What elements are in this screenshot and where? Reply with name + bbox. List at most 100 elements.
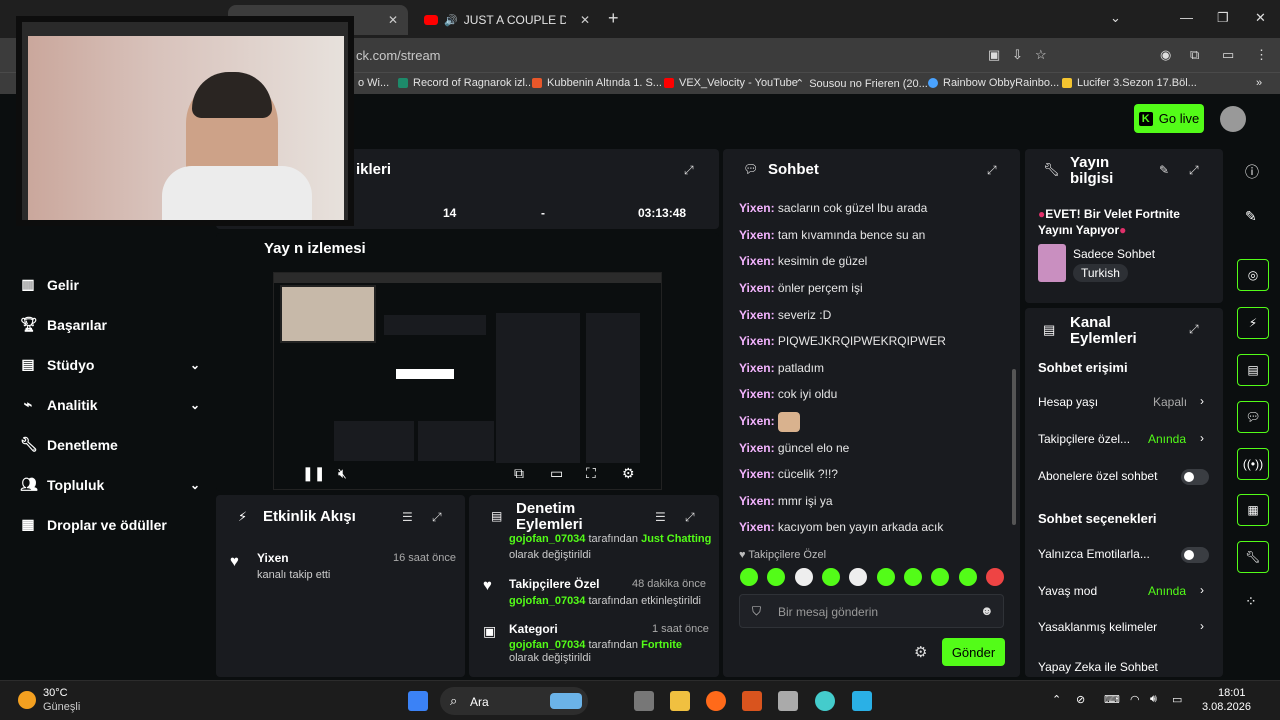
fullscreen-icon[interactable]: ⛶ [586, 465, 596, 482]
profile-icon[interactable]: ◉ [1160, 47, 1171, 63]
weather-temp[interactable]: 30°C [43, 687, 68, 699]
edit-icon[interactable]: ✎ [1159, 163, 1169, 177]
emoji-icon[interactable]: ☻ [980, 603, 994, 618]
chat-scrollbar[interactable] [1012, 369, 1016, 525]
menu-icon[interactable]: ⋮ [1255, 47, 1268, 63]
tab-list-icon[interactable]: ⌄ [1110, 10, 1121, 26]
bookmark-item[interactable]: Record of Ragnarok izl... [398, 77, 534, 89]
chat-username[interactable]: Yixen: [739, 467, 775, 481]
screenshot-icon[interactable]: ▣ [988, 47, 1000, 63]
avatar[interactable] [1220, 106, 1246, 132]
app-icon[interactable] [742, 691, 762, 711]
chevron-right-icon[interactable]: › [1200, 431, 1204, 445]
emote-icon[interactable] [849, 568, 868, 586]
emote-icon[interactable] [767, 568, 786, 586]
task-view-icon[interactable] [634, 691, 654, 711]
chat-username[interactable]: Yixen: [739, 254, 775, 268]
close-window-icon[interactable]: ✕ [1255, 10, 1266, 26]
volume-icon[interactable]: 🔊︎ [1150, 693, 1157, 706]
setting-account-age[interactable]: Hesap yaşı [1038, 395, 1098, 409]
sidebar-item-gelir[interactable]: ▥ Gelir [20, 276, 200, 293]
stream-preview[interactable]: ❚❚ 🔇︎ ⧉ ▭ ⛶ ⚙ [273, 272, 662, 490]
chat-username[interactable]: Yixen: [739, 281, 775, 295]
sidebar-icon[interactable]: ▭ [1222, 47, 1234, 63]
firefox-icon[interactable] [706, 691, 726, 711]
camera-button[interactable]: ◎ [1237, 259, 1269, 291]
sidebar-item-topluluk[interactable]: 👥︎ Topluluk ⌄ [20, 476, 200, 493]
settings-icon[interactable]: ⚙ [622, 465, 635, 482]
chat-username[interactable]: Yixen: [739, 201, 775, 215]
app-icon[interactable] [852, 691, 872, 711]
extensions-icon[interactable]: ⧉ [1190, 47, 1199, 63]
apps-icon[interactable]: ⁘ [1245, 593, 1257, 610]
setting-banned-words[interactable]: Yasaklanmış kelimeler [1038, 620, 1157, 634]
subscribers-only-toggle[interactable] [1181, 469, 1209, 485]
pip-icon[interactable]: ⧉ [514, 465, 524, 482]
setting-ai-chat[interactable]: Yapay Zeka ile Sohbet [1038, 660, 1158, 676]
theater-icon[interactable]: ▭ [550, 465, 563, 482]
expand-icon[interactable]: ⤢ [432, 510, 442, 525]
bookmark-item[interactable]: Kubbenin Altında 1. S... [532, 77, 662, 89]
send-button[interactable]: Gönder [942, 638, 1005, 666]
bookmark-item[interactable]: Rainbow ObbyRainbo... [928, 77, 1059, 89]
wifi-icon[interactable]: ◠ [1130, 693, 1140, 706]
expand-icon[interactable]: ⤢ [1189, 322, 1199, 337]
close-tab-icon[interactable]: ✕ [388, 13, 398, 27]
emote-icon[interactable] [903, 568, 922, 586]
chat-username[interactable]: Yixen: [739, 361, 775, 375]
bookmark-item[interactable]: Lucifer 3.Sezon 17.Böl... [1062, 77, 1197, 89]
expand-icon[interactable]: ⤢ [987, 163, 997, 178]
chevron-up-icon[interactable]: ⌃ [1052, 693, 1061, 706]
minimize-icon[interactable]: — [1180, 10, 1193, 25]
emote-only-toggle[interactable] [1181, 547, 1209, 563]
bookmark-star-icon[interactable]: ☆ [1035, 47, 1047, 63]
edit-icon[interactable]: ✎ [1245, 208, 1257, 225]
chat-username[interactable]: Yixen: [739, 414, 775, 428]
more-bookmarks-icon[interactable]: » [1256, 77, 1262, 89]
info-icon[interactable]: ⓘ [1245, 162, 1259, 182]
bookmark-item[interactable]: o Wi... [358, 77, 389, 89]
chevron-right-icon[interactable]: › [1200, 583, 1204, 597]
broadcast-button[interactable]: ((•)) [1237, 448, 1269, 480]
chat-button[interactable]: 💬︎ [1237, 401, 1269, 433]
chat-username[interactable]: Yixen: [739, 308, 775, 322]
expand-icon[interactable]: ⤢ [1189, 163, 1199, 178]
chat-username[interactable]: Yixen: [739, 228, 775, 242]
mute-icon[interactable]: 🔇︎ [338, 465, 347, 482]
emote-icon[interactable] [931, 568, 950, 586]
keyboard-icon[interactable]: ⌨ [1104, 693, 1120, 706]
calculator-icon[interactable] [778, 691, 798, 711]
chat-input[interactable]: ⛉ Bir mesaj gönderin ☻ [739, 594, 1004, 628]
bolt-button[interactable]: ⚡︎ [1237, 307, 1269, 339]
category-name[interactable]: Sadece Sohbet [1073, 247, 1155, 261]
install-icon[interactable]: ⇩ [1012, 47, 1023, 63]
sidebar-item-basarilar[interactable]: 🏆︎ Başarılar [20, 316, 200, 333]
expand-icon[interactable]: ⤢ [685, 510, 695, 525]
chat-username[interactable]: Yixen: [739, 441, 775, 455]
sidebar-item-denetleme[interactable]: 🔧︎ Denetleme [20, 436, 200, 453]
battery-icon[interactable]: ▭ [1172, 693, 1182, 706]
emote-icon[interactable] [740, 568, 758, 586]
pause-icon[interactable]: ❚❚ [302, 465, 325, 482]
setting-slow-mode[interactable]: Yavaş mod [1038, 584, 1097, 598]
chat-username[interactable]: Yixen: [739, 334, 775, 348]
file-explorer-icon[interactable] [670, 691, 690, 711]
sidebar-item-studyo[interactable]: ▤ Stüdyo ⌄ [20, 356, 200, 373]
chat-username[interactable]: Yixen: [739, 520, 775, 534]
browser-tab-youtube[interactable]: 🔊 JUST A COUPLE DAYS IN TÜ ✕ [414, 5, 600, 35]
bookmark-item[interactable]: VEX_Velocity - YouTube [664, 77, 798, 89]
filter-icon[interactable]: ☰ [402, 510, 413, 524]
close-tab-icon[interactable]: ✕ [580, 13, 590, 27]
sidebar-item-droplar[interactable]: ▦ Droplar ve ödüller [20, 516, 200, 533]
taskbar-search[interactable]: ⌕ Ara [440, 687, 588, 715]
setting-followers-only[interactable]: Takipçilere özel... [1038, 432, 1130, 446]
bookmark-item[interactable]: ⌃ Sousou no Frieren (20... [795, 77, 928, 91]
document-button[interactable]: ▤ [1237, 354, 1269, 386]
emote-icon[interactable] [821, 568, 840, 586]
chat-settings-icon[interactable]: ⚙ [914, 643, 927, 661]
emote-icon[interactable] [794, 568, 813, 586]
network-off-icon[interactable]: ⊘ [1076, 693, 1085, 706]
new-tab-icon[interactable]: + [608, 8, 619, 29]
chat-username[interactable]: Yixen: [739, 494, 775, 508]
wrench-button[interactable]: 🔧︎ [1237, 541, 1269, 573]
